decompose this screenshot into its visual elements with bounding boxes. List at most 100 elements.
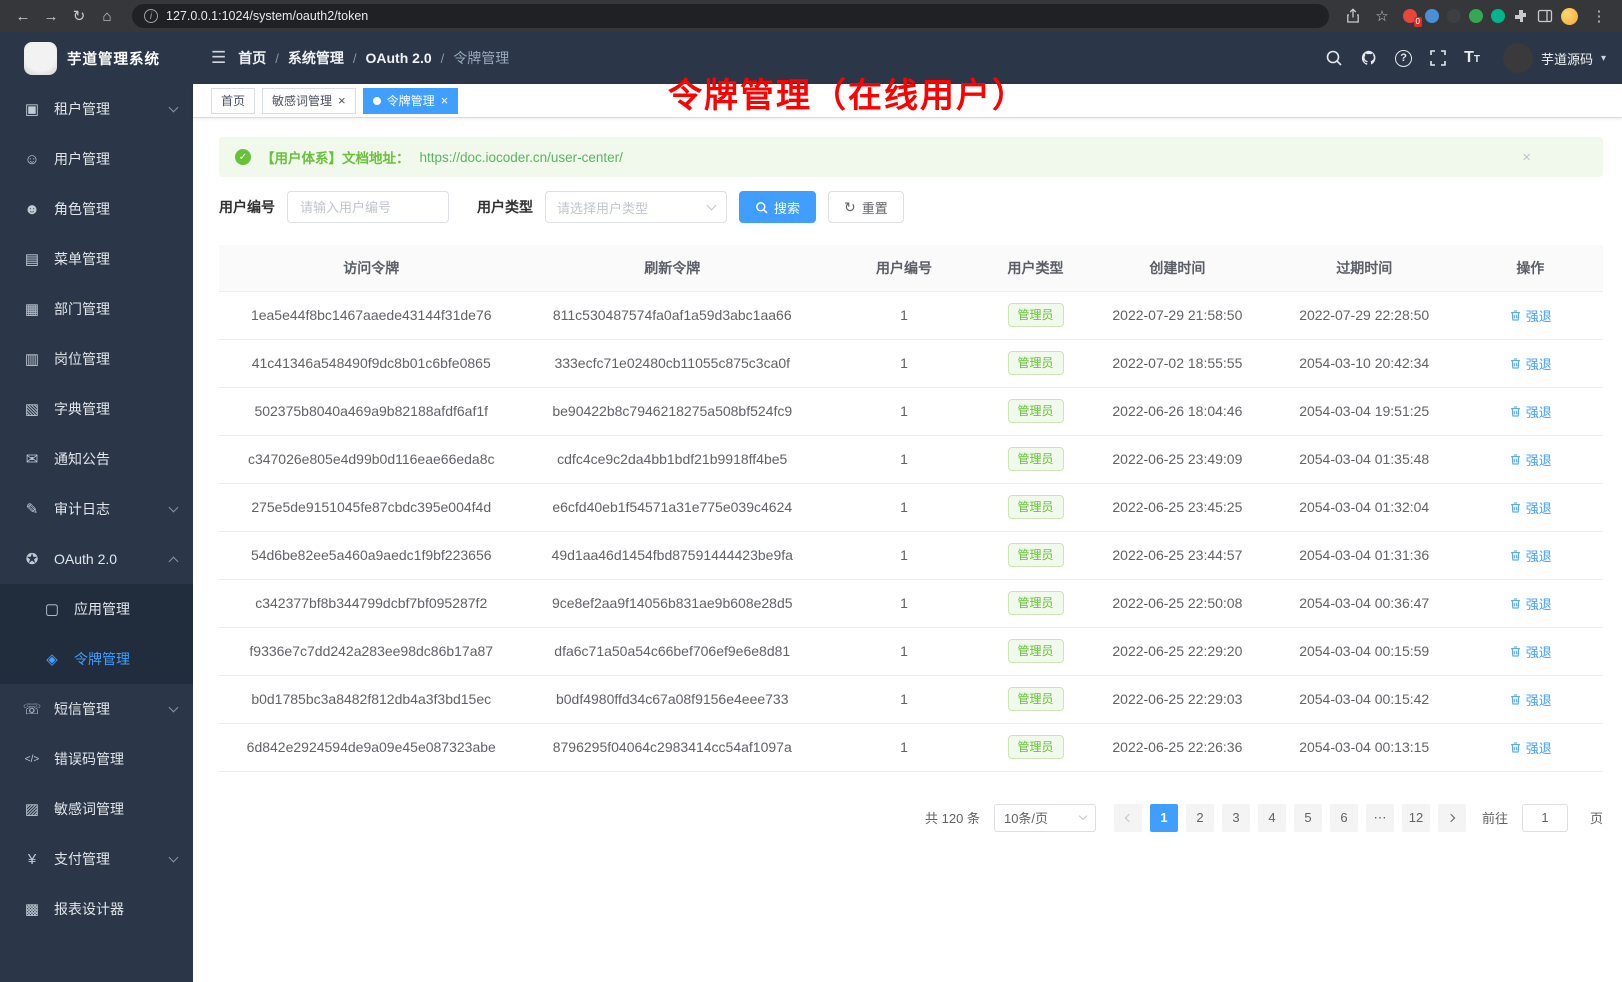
page-button-3[interactable]: 3 (1222, 804, 1250, 832)
sidebar-item-error-code[interactable]: </> 错误码管理 (0, 734, 193, 784)
tab-sensitive-word[interactable]: 敏感词管理 × (262, 88, 356, 114)
user-name: 芋道源码 (1541, 49, 1593, 68)
force-logout-button[interactable]: 强退 (1509, 498, 1552, 517)
goto-page-input[interactable] (1522, 804, 1568, 832)
created-cell: 2022-07-29 21:58:50 (1084, 291, 1271, 339)
force-logout-button[interactable]: 强退 (1509, 594, 1552, 613)
sidebar-item-oauth2-token[interactable]: ◈ 令牌管理 (0, 634, 193, 684)
github-icon[interactable] (1360, 49, 1378, 67)
search-icon[interactable] (1325, 49, 1343, 67)
user-menu[interactable]: 芋道源码 ▾ (1503, 43, 1606, 73)
breadcrumb-home[interactable]: 首页 (238, 48, 266, 68)
app-logo[interactable]: 芋道管理系统 (0, 32, 193, 84)
page-button-5[interactable]: 5 (1294, 804, 1322, 832)
hamburger-icon[interactable]: ☰ (199, 48, 238, 68)
next-page-button[interactable] (1438, 804, 1466, 832)
force-logout-button[interactable]: 强退 (1509, 354, 1552, 373)
fullscreen-icon[interactable] (1429, 49, 1447, 67)
sidebar-item-dept[interactable]: ▦ 部门管理 (0, 284, 193, 334)
sidebar-item-sensitive-word[interactable]: ▨ 敏感词管理 (0, 784, 193, 834)
reset-button[interactable]: ↻ 重置 (828, 191, 904, 223)
sidebar-item-label: 部门管理 (54, 299, 177, 319)
sidebar-item-label: 岗位管理 (54, 349, 177, 369)
help-icon[interactable]: ? (1395, 50, 1412, 67)
access-token-cell: 502375b8040a469a9b82188afdf6af1f (219, 387, 523, 435)
prev-page-button[interactable] (1114, 804, 1142, 832)
sensitive-word-icon: ▨ (22, 800, 42, 818)
extensions-puzzle-icon[interactable] (1513, 8, 1529, 24)
sidebar-item-dict[interactable]: ▧ 字典管理 (0, 384, 193, 434)
sidebar-item-oauth2-app[interactable]: ▢ 应用管理 (0, 584, 193, 634)
page-button-1[interactable]: 1 (1150, 804, 1178, 832)
user-id-input[interactable] (287, 191, 449, 223)
site-info-icon[interactable]: i (144, 9, 158, 23)
browser-profile-avatar[interactable] (1561, 8, 1578, 25)
force-logout-button[interactable]: 强退 (1509, 402, 1552, 421)
force-logout-button[interactable]: 强退 (1509, 546, 1552, 565)
close-icon[interactable]: × (441, 94, 449, 107)
side-panel-icon[interactable] (1537, 8, 1553, 24)
force-logout-button[interactable]: 强退 (1509, 738, 1552, 757)
col-created: 创建时间 (1084, 245, 1271, 291)
reload-button[interactable]: ↻ (66, 4, 92, 28)
created-cell: 2022-06-25 23:49:09 (1084, 435, 1271, 483)
force-logout-button[interactable]: 强退 (1509, 690, 1552, 709)
sidebar-item-report-designer[interactable]: ▩ 报表设计器 (0, 884, 193, 934)
sidebar-item-label: 通知公告 (54, 449, 177, 469)
page-button-4[interactable]: 4 (1258, 804, 1286, 832)
page-button-6[interactable]: 6 (1330, 804, 1358, 832)
font-size-icon[interactable]: TT (1464, 49, 1480, 67)
expires-cell: 2054-03-04 01:31:36 (1271, 531, 1458, 579)
breadcrumb-system[interactable]: 系统管理 (288, 48, 344, 68)
force-logout-button[interactable]: 强退 (1509, 642, 1552, 661)
user-type-cell: 管理员 (987, 675, 1084, 723)
refresh-token-cell: 8796295f04064c2983414cc54af1097a (523, 723, 821, 771)
tab-token[interactable]: 令牌管理 × (363, 88, 459, 114)
sidebar-item-role[interactable]: ☻ 角色管理 (0, 184, 193, 234)
force-logout-button[interactable]: 强退 (1509, 450, 1552, 469)
extension-icon-dark[interactable] (1447, 9, 1461, 23)
search-button[interactable]: 搜索 (739, 191, 816, 223)
alert-close-icon[interactable]: × (1522, 149, 1531, 166)
user-type-select[interactable]: 请选择用户类型 (545, 191, 727, 223)
sidebar-item-pay[interactable]: ¥ 支付管理 (0, 834, 193, 884)
access-token-cell: 54d6be82ee5a460a9aedc1f9bf223656 (219, 531, 523, 579)
expires-cell: 2054-03-04 00:15:59 (1271, 627, 1458, 675)
sidebar-item-user[interactable]: ☺ 用户管理 (0, 134, 193, 184)
extension-icon-teal[interactable] (1491, 9, 1505, 23)
force-logout-button[interactable]: 强退 (1509, 306, 1552, 325)
sidebar-item-audit-log[interactable]: ✎ 审计日志 (0, 484, 193, 534)
access-token-cell: 275e5de9151045fe87cbdc395e004f4d (219, 483, 523, 531)
sidebar-item-tenant[interactable]: ▣ 租户管理 (0, 84, 193, 134)
address-bar[interactable]: i 127.0.0.1:1024/system/oauth2/token (132, 4, 1329, 28)
breadcrumb-oauth2[interactable]: OAuth 2.0 (366, 50, 432, 66)
extension-icon-green[interactable] (1469, 9, 1483, 23)
browser-menu-icon[interactable]: ⋮ (1586, 4, 1612, 28)
report-icon: ▩ (22, 900, 42, 918)
chevron-right-icon (1447, 813, 1455, 821)
more-pages-button[interactable]: ⋯ (1366, 804, 1394, 832)
back-button[interactable]: ← (10, 4, 36, 28)
browser-chrome: ← → ↻ ⌂ i 127.0.0.1:1024/system/oauth2/t… (0, 0, 1622, 32)
sidebar-item-oauth2[interactable]: ✪ OAuth 2.0 (0, 534, 193, 584)
bookmark-star-icon[interactable]: ☆ (1369, 4, 1395, 28)
sidebar-item-post[interactable]: ▥ 岗位管理 (0, 334, 193, 384)
page-button-2[interactable]: 2 (1186, 804, 1214, 832)
doc-link[interactable]: https://doc.iocoder.cn/user-center/ (420, 150, 623, 165)
extension-badge: 0 (1414, 17, 1422, 27)
forward-button[interactable]: → (38, 4, 64, 28)
page-size-select[interactable]: 10条/页 (994, 804, 1096, 832)
page-button-12[interactable]: 12 (1402, 804, 1430, 832)
close-icon[interactable]: × (338, 94, 346, 107)
extension-icon-red[interactable]: 0 (1403, 9, 1417, 23)
action-cell: 强退 (1458, 531, 1603, 579)
home-button[interactable]: ⌂ (94, 4, 120, 28)
sidebar-item-sms[interactable]: ☏ 短信管理 (0, 684, 193, 734)
extension-icon-blue[interactable] (1425, 9, 1439, 23)
sidebar-item-menu[interactable]: ▤ 菜单管理 (0, 234, 193, 284)
share-icon[interactable] (1345, 8, 1361, 24)
tab-home[interactable]: 首页 (211, 88, 255, 114)
table-row: b0d1785bc3a8482f812db4a3f3bd15ec b0df498… (219, 675, 1603, 723)
sidebar-item-notice[interactable]: ✉ 通知公告 (0, 434, 193, 484)
access-token-cell: c342377bf8b344799dcbf7bf095287f2 (219, 579, 523, 627)
